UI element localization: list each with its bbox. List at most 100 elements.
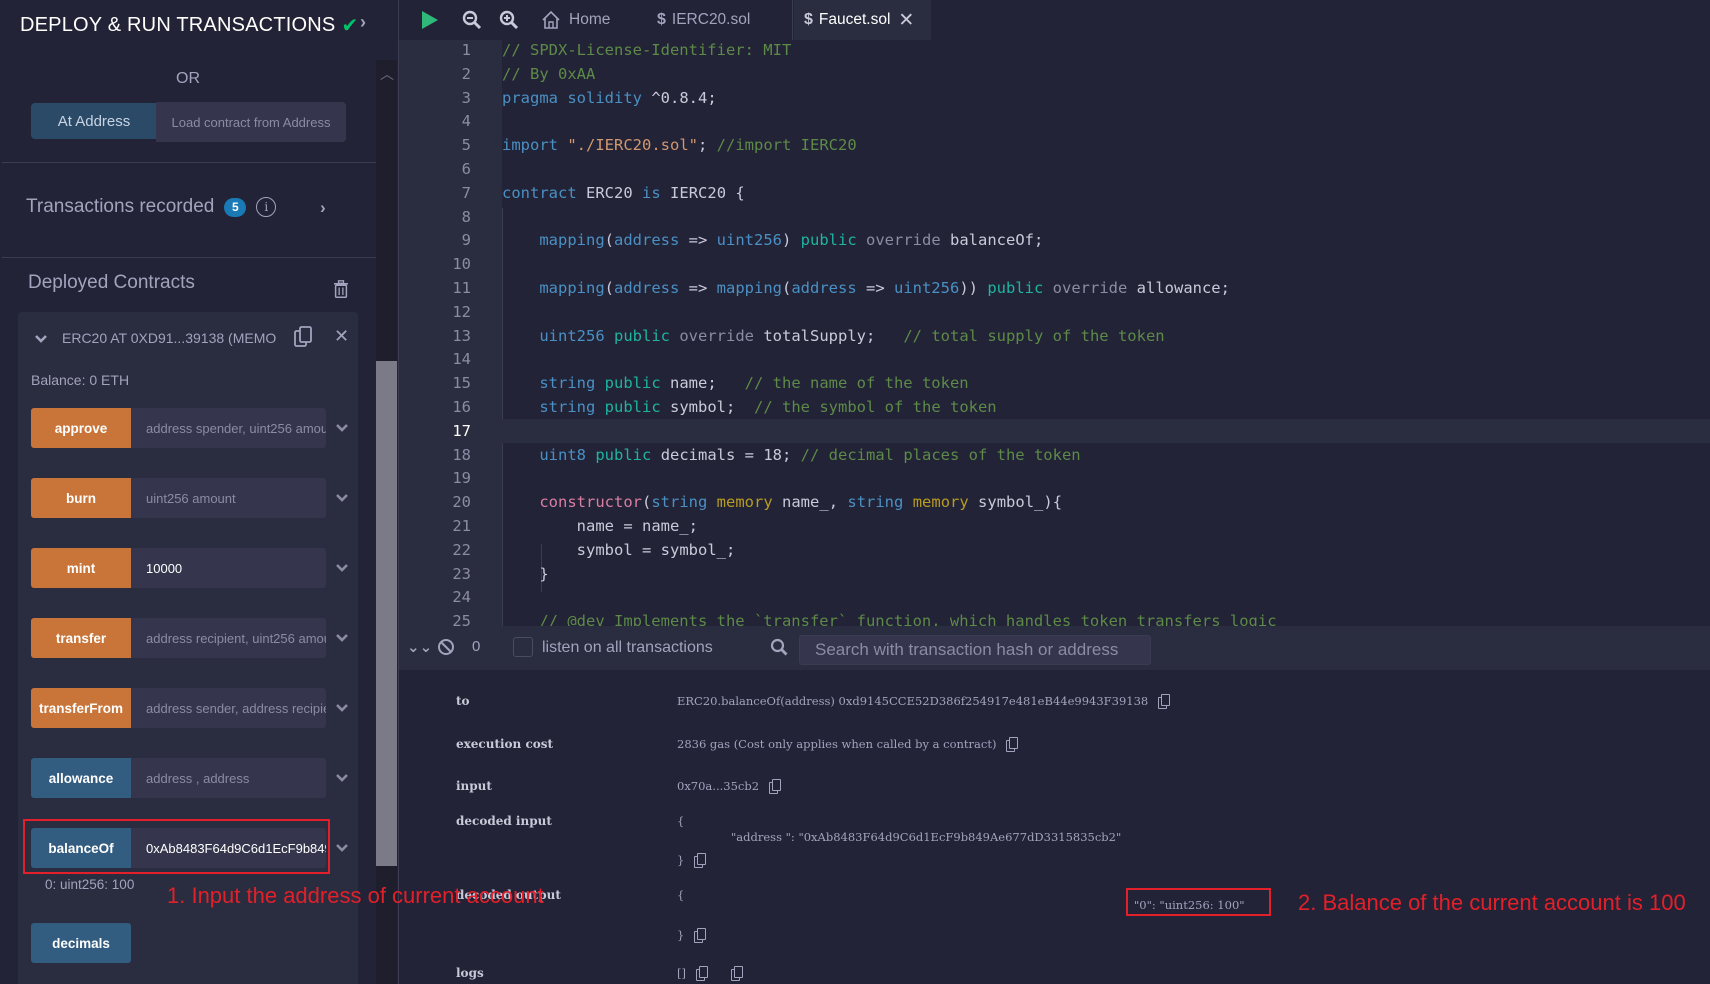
line-number: 20 xyxy=(452,493,471,512)
tab-separator xyxy=(792,0,793,40)
transfer-button[interactable]: transfer xyxy=(31,618,131,658)
run-play-icon[interactable] xyxy=(421,10,439,30)
chevron-down-icon[interactable] xyxy=(335,421,349,435)
code-line[interactable]: 23 } xyxy=(399,562,1710,586)
chevron-down-icon[interactable] xyxy=(335,701,349,715)
chevron-down-icon[interactable] xyxy=(34,332,48,346)
close-tab-icon[interactable]: ✕ xyxy=(898,9,914,32)
scrollbar-thumb[interactable] xyxy=(376,361,397,866)
approve-button[interactable]: approve xyxy=(31,408,131,448)
tab-ierc20-sol[interactable]: $ IERC20.sol xyxy=(657,0,750,40)
code-line[interactable]: 25 // @dev Implements the `transfer` fun… xyxy=(399,609,1710,626)
allowance-button[interactable]: allowance xyxy=(31,758,131,798)
info-icon[interactable]: i xyxy=(256,197,277,217)
chevron-down-icon[interactable] xyxy=(335,631,349,645)
annotation-highlight-balanceof xyxy=(23,819,330,874)
copy-icon[interactable] xyxy=(730,966,743,981)
copy-icon[interactable] xyxy=(769,779,782,794)
code-line[interactable]: 22 symbol = symbol_; xyxy=(399,538,1710,562)
chevron-down-icon[interactable] xyxy=(335,561,349,575)
transfer-args-input[interactable]: address recipient, uint256 amount xyxy=(131,618,326,658)
pending-tx-count: 0 xyxy=(472,638,481,655)
code-line[interactable]: 13 uint256 public override totalSupply; … xyxy=(399,324,1710,348)
code-line[interactable]: 4 xyxy=(399,109,1710,133)
scroll-up-icon[interactable]: ︿ xyxy=(380,64,394,84)
mint-args-input[interactable]: 10000 xyxy=(131,548,326,588)
code-line[interactable]: 15 string public name; // the name of th… xyxy=(399,371,1710,395)
allowance-args-input[interactable]: address , address xyxy=(131,758,326,798)
contract-header[interactable]: ERC20 AT 0XD91...39138 (MEMO ✕ xyxy=(18,324,358,354)
terminal-search-input[interactable]: Search with transaction hash or address xyxy=(799,635,1151,665)
collapse-terminal-icon[interactable]: ⌄⌄ xyxy=(407,638,432,656)
transferfrom-button[interactable]: transferFrom xyxy=(31,688,131,728)
code-line[interactable]: 9 mapping(address => uint256) public ove… xyxy=(399,228,1710,252)
line-number: 21 xyxy=(452,517,471,535)
line-number: 10 xyxy=(452,255,471,274)
at-address-button[interactable]: At Address xyxy=(31,103,157,139)
code-editor[interactable]: 1 // SPDX-License-Identifier: MIT 2 // By 0… xyxy=(399,40,1710,626)
code-line[interactable]: 17 xyxy=(399,418,1710,443)
code-line[interactable]: 20 constructor(string memory name_, stri… xyxy=(399,490,1710,514)
home-icon xyxy=(542,10,560,29)
line-number: 7 xyxy=(461,183,471,202)
chevron-down-icon[interactable] xyxy=(335,841,349,855)
code-text: constructor(string memory name_, string … xyxy=(539,493,1063,512)
execution-cost-text: 2836 gas (Cost only applies when called … xyxy=(677,737,997,751)
clear-console-icon[interactable] xyxy=(437,638,455,656)
line-number: 13 xyxy=(452,326,471,345)
transferfrom-args-input[interactable]: address sender, address recipient, uint2… xyxy=(131,688,326,728)
zoom-in-icon[interactable] xyxy=(499,10,519,30)
code-line[interactable]: 16 string public symbol; // the symbol o… xyxy=(399,395,1710,419)
code-line[interactable]: 7 contract ERC20 is IERC20 { xyxy=(399,181,1710,205)
tx-field-decoded-input-label: decoded input xyxy=(456,814,552,828)
function-row-burn: burn uint256 amount xyxy=(31,478,361,518)
approve-args-input[interactable]: address spender, uint256 amount xyxy=(131,408,326,448)
code-line[interactable]: 5 import "./IERC20.sol"; //import IERC20 xyxy=(399,133,1710,157)
code-line[interactable]: 3 pragma solidity ^0.8.4; xyxy=(399,86,1710,110)
code-line[interactable]: 10 xyxy=(399,252,1710,276)
code-text: uint8 public decimals = 18; // decimal p… xyxy=(539,445,1081,464)
transactions-recorded-section[interactable]: Transactions recorded 5 i xyxy=(26,196,277,218)
code-line[interactable]: 6 xyxy=(399,157,1710,181)
chevron-right-icon[interactable]: › xyxy=(360,12,366,33)
line-number: 4 xyxy=(461,112,471,131)
code-line[interactable]: 2 // By 0xAA xyxy=(399,62,1710,86)
load-contract-address-input[interactable]: Load contract from Address xyxy=(156,102,346,142)
code-line[interactable]: 11 mapping(address => mapping(address =>… xyxy=(399,276,1710,300)
chevron-down-icon[interactable] xyxy=(335,771,349,785)
chevron-right-icon[interactable]: › xyxy=(320,198,326,218)
tab-label: IERC20.sol xyxy=(671,11,751,28)
trash-icon[interactable] xyxy=(333,280,349,298)
divider xyxy=(2,257,376,258)
mint-button[interactable]: mint xyxy=(31,548,131,588)
zoom-out-icon[interactable] xyxy=(462,10,482,30)
editor-tab-bar: Home $ IERC20.sol $ Faucet.sol ✕ xyxy=(399,0,1710,40)
code-line[interactable]: 21 name = name_; xyxy=(399,514,1710,538)
check-icon: ✔ xyxy=(341,14,359,37)
code-line[interactable]: 24 xyxy=(399,585,1710,609)
code-line[interactable]: 8 xyxy=(399,205,1710,229)
code-line[interactable]: 12 xyxy=(399,300,1710,324)
burn-button[interactable]: burn xyxy=(31,478,131,518)
chevron-down-icon[interactable] xyxy=(335,491,349,505)
copy-icon[interactable] xyxy=(1006,737,1019,752)
tab-faucet-sol[interactable]: $ Faucet.sol ✕ xyxy=(794,0,931,40)
function-row-allowance: allowance address , address xyxy=(31,758,361,798)
copy-icon[interactable] xyxy=(694,853,707,868)
code-line[interactable]: 1 // SPDX-License-Identifier: MIT xyxy=(399,40,1710,62)
close-icon[interactable]: ✕ xyxy=(334,326,349,347)
decimals-button[interactable]: decimals xyxy=(31,923,131,963)
tx-field-execution-cost-value: 2836 gas (Cost only applies when called … xyxy=(677,737,1019,752)
copy-icon[interactable] xyxy=(694,928,707,943)
tab-home[interactable]: Home xyxy=(541,0,610,40)
copy-icon[interactable] xyxy=(294,326,312,348)
code-line[interactable]: 14 xyxy=(399,347,1710,371)
copy-icon[interactable] xyxy=(695,966,708,981)
listen-all-checkbox[interactable] xyxy=(513,637,533,657)
code-line[interactable]: 19 xyxy=(399,466,1710,490)
copy-icon[interactable] xyxy=(1158,694,1171,709)
tx-field-to-label: to xyxy=(456,694,470,708)
code-text: } xyxy=(502,564,549,583)
code-line[interactable]: 18 uint8 public decimals = 18; // decima… xyxy=(399,443,1710,467)
burn-args-input[interactable]: uint256 amount xyxy=(131,478,326,518)
